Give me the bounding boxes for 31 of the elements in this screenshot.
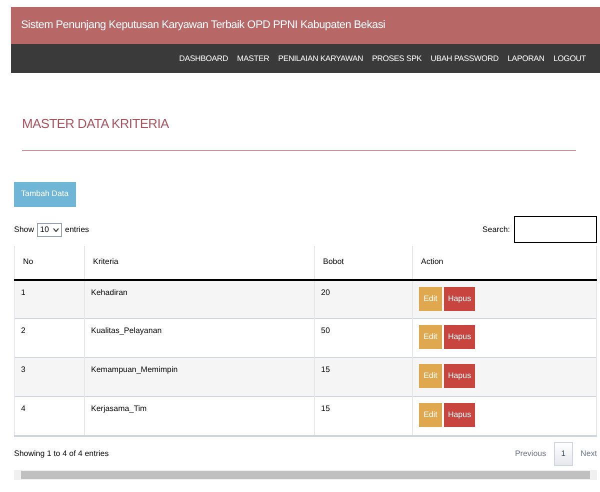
column-header[interactable]: Bobot bbox=[314, 246, 412, 280]
nav-link[interactable]: MASTER bbox=[237, 52, 270, 64]
nav-link[interactable]: LAPORAN bbox=[508, 52, 544, 64]
table-cell: 4 bbox=[14, 396, 84, 436]
delete-button[interactable]: Hapus bbox=[444, 325, 475, 349]
nav-link[interactable]: PROSES SPK bbox=[372, 52, 422, 64]
nav-link[interactable]: PENILAIAN KARYAWAN bbox=[278, 52, 364, 64]
caret-icon bbox=[53, 228, 60, 232]
entries-label: entries bbox=[65, 224, 90, 236]
delete-button[interactable]: Hapus bbox=[444, 364, 475, 388]
search-field[interactable] bbox=[514, 216, 597, 243]
delete-button[interactable]: Hapus bbox=[444, 286, 475, 310]
page-title: MASTER DATA KRITERIA bbox=[22, 115, 170, 133]
previous-link[interactable]: Previous bbox=[514, 448, 546, 460]
next-link[interactable]: Next bbox=[580, 448, 597, 460]
page-button[interactable]: 1 bbox=[554, 442, 573, 466]
nav-link[interactable]: UBAH PASSWORD bbox=[430, 52, 499, 64]
table-cell: 15 bbox=[314, 396, 412, 436]
table-cell: Kerjasama_Tim bbox=[84, 396, 314, 436]
column-header[interactable]: Kriteria bbox=[84, 246, 314, 280]
nav-link[interactable]: LOGOUT bbox=[553, 52, 586, 64]
table-info: Showing 1 to 4 of 4 entries bbox=[14, 448, 109, 460]
horizontal-scrollbar[interactable] bbox=[14, 470, 597, 480]
search-label: Search: bbox=[482, 224, 510, 236]
column-header[interactable]: No bbox=[14, 246, 84, 280]
delete-button[interactable]: Hapus bbox=[444, 403, 475, 427]
page-length-select[interactable]: 10 bbox=[37, 222, 62, 236]
site-title: Sistem Penunjang Keputusan Karyawan Terbaik OPD PPNI Kabupaten Bekasi bbox=[21, 18, 386, 34]
nav-link[interactable]: DASHBOARD bbox=[179, 52, 228, 64]
column-header[interactable]: Action bbox=[412, 246, 596, 280]
show-label: Show bbox=[14, 224, 34, 236]
